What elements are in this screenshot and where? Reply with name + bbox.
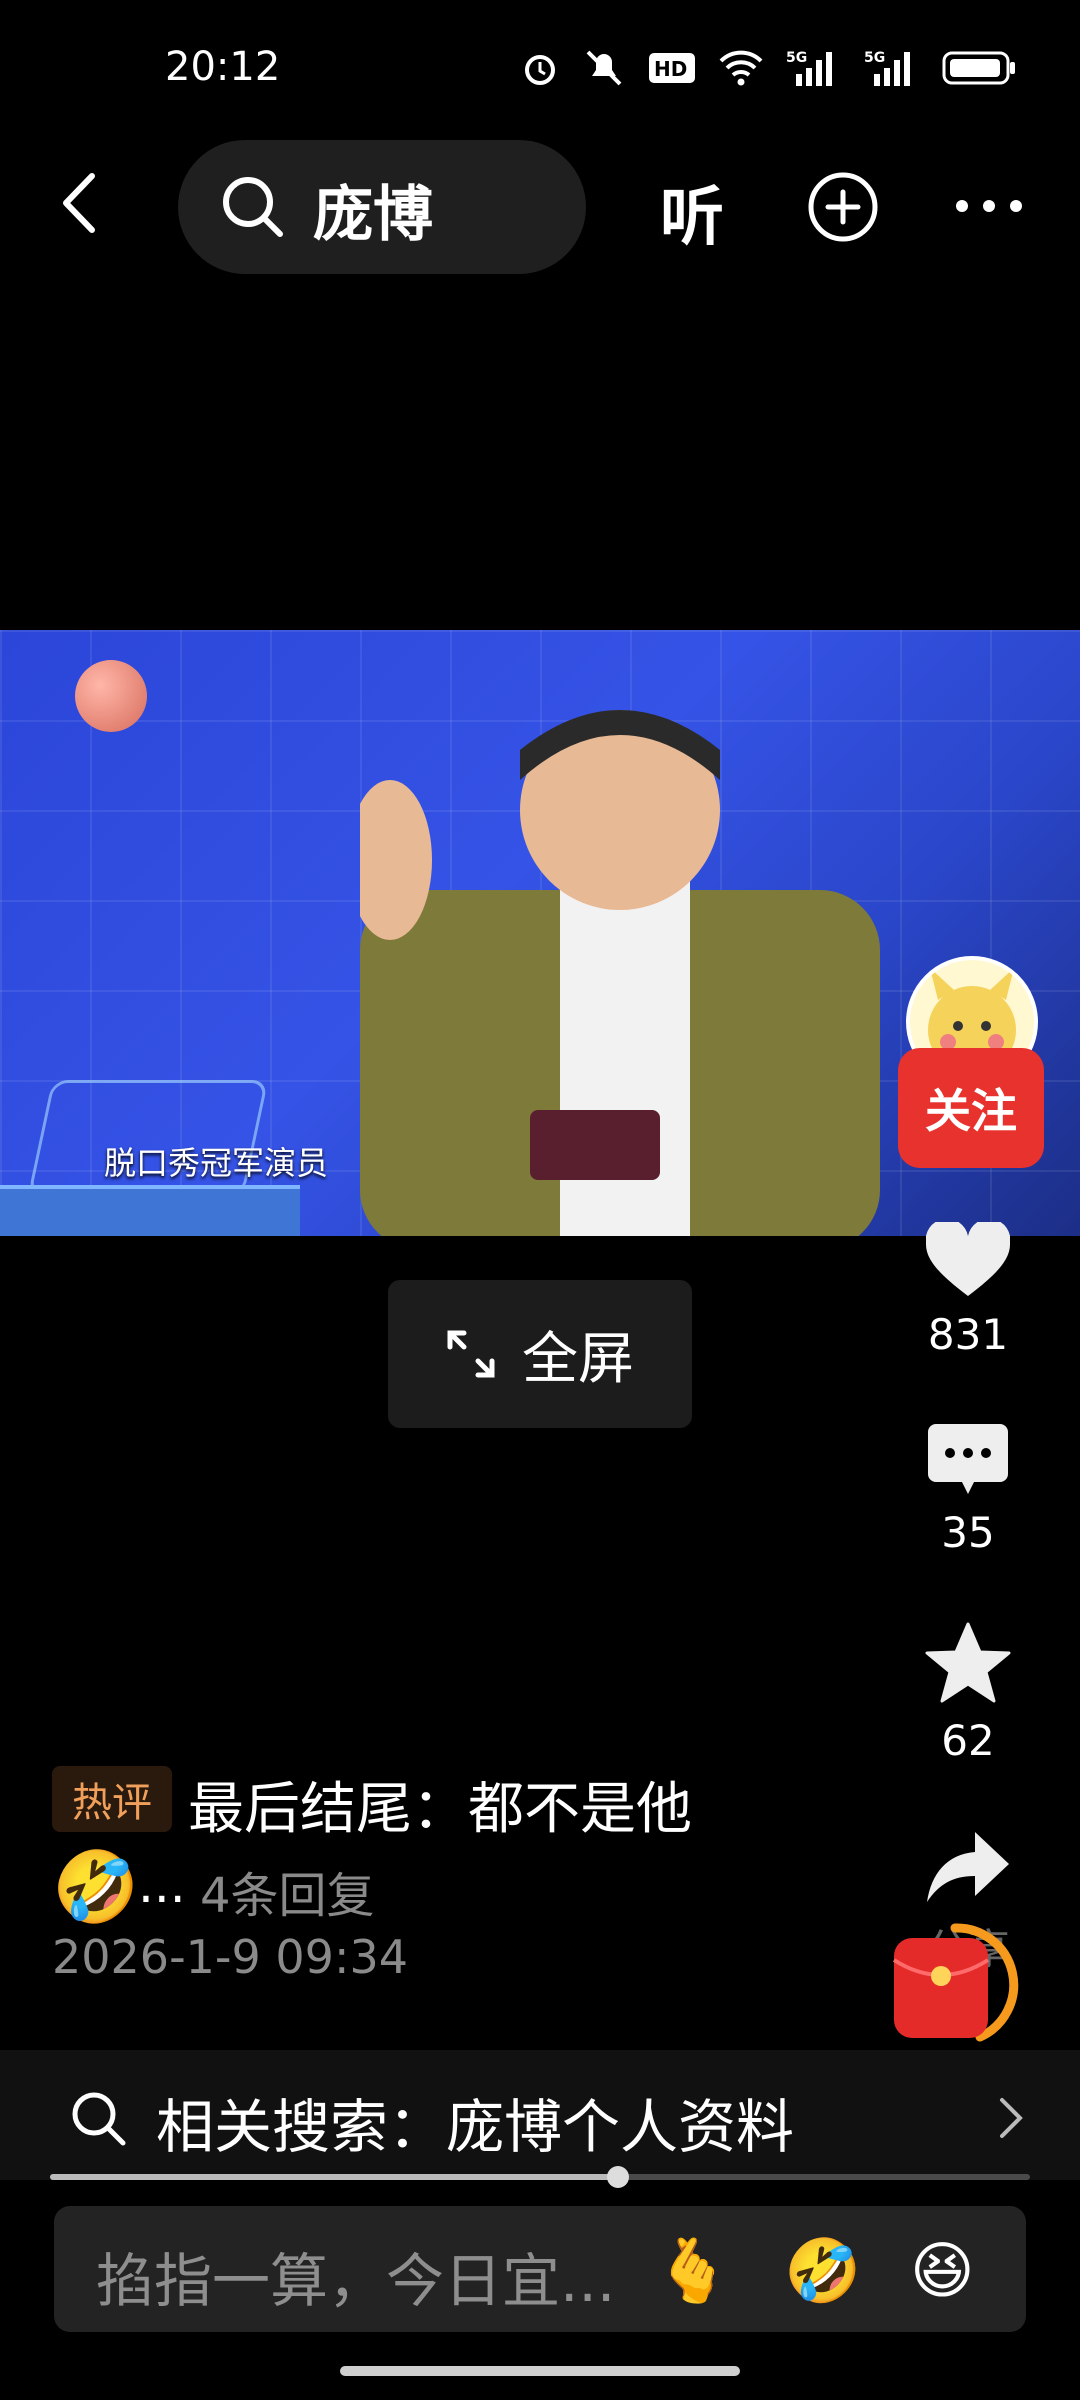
home-indicator[interactable] [340,2366,740,2376]
search-box[interactable]: 庞博 [178,140,586,274]
comment-button[interactable]: 35 [908,1424,1028,1557]
related-search-bar[interactable]: 相关搜索：庞博个人资料 [0,2050,1080,2180]
net-label: 5G [786,50,807,66]
wifi-icon [719,50,763,86]
grin-emoji-button[interactable]: 😆 [910,2234,975,2307]
comment-placeholder: 掐指一算，今日宜... [96,2247,616,2315]
status-bar: 20:12 HD 5G 5G [0,0,1080,140]
heart-hands-emoji[interactable]: 🫰 [654,2234,731,2308]
comment-count: 35 [941,1508,995,1557]
search-icon [223,177,283,237]
add-icon[interactable] [806,170,880,244]
chevron-right-icon [1000,2098,1023,2138]
hot-comment-tag: 热评 [52,1766,172,1832]
expand-icon [447,1330,495,1378]
laugh-emoji: 🤣 [52,1846,140,1928]
mute-icon [586,50,622,86]
fullscreen-label: 全屏 [522,1326,634,1392]
hd-icon: HD [649,53,695,83]
signal-5g-icon: 5G [864,50,910,86]
video-subtitle: 脱口秀冠军演员 [104,1144,329,1182]
like-button[interactable]: 831 [908,1218,1028,1359]
net-label: 5G [864,50,885,66]
video-speaker-figure [360,710,880,1236]
status-time: 20:12 [165,44,281,90]
more-icon[interactable] [954,196,1024,216]
hot-comment-text[interactable]: 最后结尾：都不是他 [188,1764,692,1845]
comment-ellipsis: ... [138,1856,186,1914]
progress-knob[interactable] [607,2166,630,2188]
related-search-label: 相关搜索：庞博个人资料 [156,2093,795,2161]
battery-icon [942,51,1015,85]
hd-label: HD [654,57,687,81]
heart-icon [925,1218,1011,1296]
video-progress-bar[interactable] [50,2166,1030,2188]
search-icon [72,2092,126,2146]
signal-5g-icon: 5G [786,50,832,86]
reply-count-link[interactable]: 4条回复 [200,1856,375,1926]
red-packet-icon[interactable] [890,1920,1020,2050]
search-query: 庞博 [313,180,433,250]
stage-desk [0,1185,300,1236]
progress-fill [50,2174,619,2180]
comment-date: 2026-1-9 09:34 [52,1930,408,1984]
share-icon [927,1832,1009,1902]
favorite-count: 62 [941,1716,995,1765]
comment-icon [928,1424,1008,1494]
listen-button[interactable]: 听 [660,166,724,258]
top-nav: 庞博 听 [0,140,1080,280]
like-count: 831 [927,1310,1009,1359]
favorite-button[interactable]: 62 [908,1622,1028,1765]
alarm-icon [525,55,555,85]
comment-input[interactable]: 掐指一算，今日宜... 🫰 🤣 😆 [54,2206,1026,2332]
video-stage-light [75,660,147,732]
back-arrow-icon[interactable] [50,168,110,238]
status-icons: HD 5G 5G [520,48,1016,88]
fullscreen-button[interactable]: 全屏 [388,1280,692,1428]
laugh-emoji-button[interactable]: 🤣 [784,2234,861,2308]
star-icon [925,1622,1011,1703]
follow-button[interactable]: 关注 [898,1048,1044,1168]
